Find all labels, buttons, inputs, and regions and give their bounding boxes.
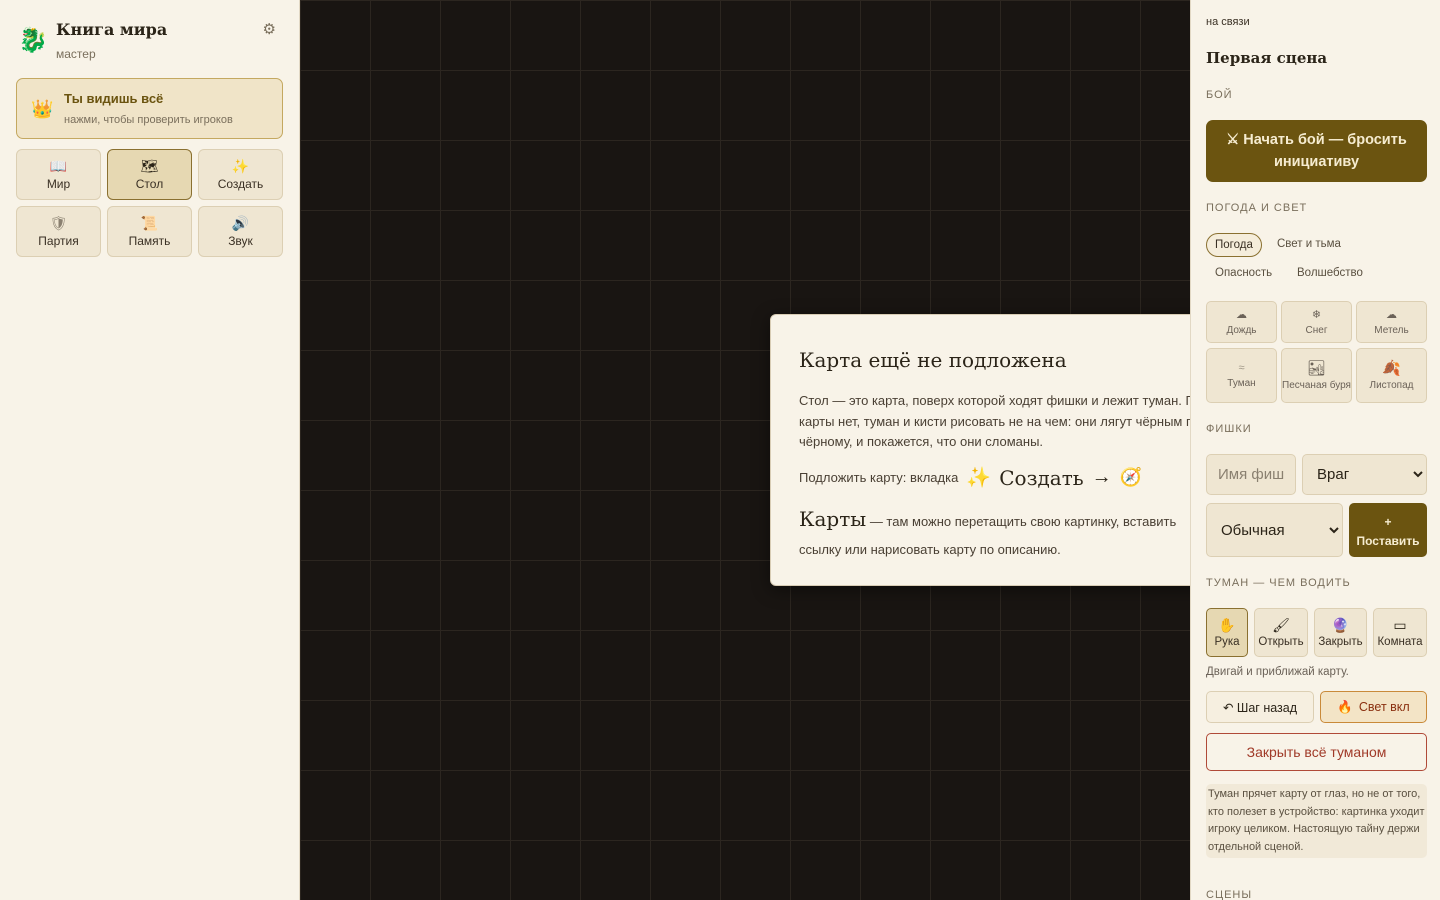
- nav-table[interactable]: 🗺 Стол: [107, 149, 192, 200]
- blizzard-cloud-icon: ☁: [1386, 308, 1397, 321]
- fog-tool-hand[interactable]: ✋ Рука: [1206, 608, 1248, 657]
- nav-label: Партия: [38, 234, 79, 248]
- weather-label: Туман: [1227, 378, 1256, 389]
- room-icon: ▭: [1393, 617, 1407, 633]
- orb-icon: 🔮: [1331, 617, 1350, 633]
- dragon-icon: 🐉: [18, 27, 48, 54]
- map-icon: 🗺: [140, 158, 159, 174]
- weather-label: Метель: [1374, 324, 1409, 336]
- role-label: мастер: [56, 47, 96, 61]
- rain-cloud-icon: ☁: [1236, 308, 1247, 321]
- weather-blizzard-button[interactable]: ☁ Метель: [1356, 301, 1427, 343]
- compass-icon: 🧭: [1119, 467, 1143, 487]
- weather-effects-grid: ☁ Дождь ❄ Снег ☁ Метель ≈ Туман 🏜 Песчан…: [1206, 301, 1427, 403]
- weather-sandstorm-button[interactable]: 🏜 Песчаная буря: [1281, 348, 1352, 403]
- fog-icon: ≈: [1238, 362, 1245, 374]
- fog-tool-label: Закрыть: [1318, 636, 1363, 648]
- fog-tool-label: Открыть: [1258, 636, 1304, 648]
- see-all-toggle[interactable]: 👑 Ты видишь всё нажми, чтобы проверить и…: [16, 78, 283, 139]
- weather-label: Листопад: [1369, 380, 1414, 391]
- fog-tool-label: Рука: [1214, 636, 1240, 648]
- see-all-hint: нажми, чтобы проверить игроков: [64, 114, 233, 126]
- tab-weather[interactable]: Погода: [1206, 233, 1262, 257]
- nav-label: Звук: [228, 234, 253, 248]
- section-scenes-header: Сцены: [1206, 889, 1253, 900]
- notice-hint: Подложить карту: вкладка ✨ Создать → 🧭: [799, 465, 1142, 490]
- nav-sound[interactable]: 🔊 Звук: [198, 206, 283, 257]
- tab-danger[interactable]: Опасность: [1207, 262, 1280, 284]
- brush-icon: 🖌: [1272, 617, 1290, 633]
- close-all-fog-button[interactable]: Закрыть всё туманом: [1206, 733, 1427, 771]
- scene-title: Первая сцена: [1206, 49, 1328, 67]
- shield-icon: 🛡: [49, 215, 68, 231]
- sandstorm-icon: 🏜: [1306, 360, 1327, 377]
- notice-maps-text: Карты — там можно перетащить свою картин…: [799, 505, 1190, 564]
- nav-create[interactable]: ✨ Создать: [198, 149, 283, 200]
- place-token-button[interactable]: + Поставить: [1349, 503, 1427, 557]
- nav-label: Стол: [135, 177, 164, 191]
- right-panel: на связи Первая сцена Бой ⚔ Начать бой —…: [1190, 0, 1440, 900]
- tab-magic[interactable]: Волшебство: [1289, 262, 1371, 284]
- nav-party[interactable]: 🛡 Партия: [16, 206, 101, 257]
- fog-tool-reveal[interactable]: 🖌 Открыть: [1254, 608, 1308, 657]
- arrow-right-icon: →: [1091, 466, 1112, 488]
- book-icon: 📖: [49, 158, 68, 174]
- gear-icon[interactable]: ⚙: [263, 20, 276, 38]
- token-kind-select[interactable]: Враг: [1302, 454, 1427, 495]
- place-token-label: Поставить: [1356, 534, 1420, 548]
- fog-tool-room[interactable]: ▭ Комната: [1373, 608, 1427, 657]
- sparkles-icon: ✨: [966, 467, 992, 489]
- leaf-icon: 🍂: [1382, 360, 1401, 377]
- sparkles-icon: ✨: [231, 158, 250, 174]
- fog-tools: ✋ Рука 🖌 Открыть 🔮 Закрыть ▭ Комната: [1206, 608, 1427, 657]
- section-weather-header: Погода и свет: [1206, 202, 1308, 214]
- light-toggle-label: Свет вкл: [1358, 700, 1410, 714]
- brand: 🐉 Книга мира мастер ⚙: [18, 20, 284, 64]
- section-fight-header: Бой: [1206, 89, 1233, 101]
- no-map-notice: Карта ещё не подложена Стол — это карта,…: [770, 314, 1190, 586]
- start-fight-button[interactable]: ⚔ Начать бой — бросить инициативу: [1206, 120, 1427, 182]
- fog-tool-label: Комната: [1377, 636, 1423, 648]
- speaker-icon: 🔊: [231, 215, 250, 231]
- weather-label: Дождь: [1226, 324, 1257, 336]
- nav-label: Создать: [217, 177, 264, 191]
- weather-rain-button[interactable]: ☁ Дождь: [1206, 301, 1277, 343]
- section-tokens-header: Фишки: [1206, 423, 1252, 435]
- weather-snow-button[interactable]: ❄ Снег: [1281, 301, 1352, 343]
- main-nav: 📖 Мир 🗺 Стол ✨ Создать 🛡 Партия 📜 Память…: [16, 149, 283, 257]
- token-size-select[interactable]: Обычная: [1206, 503, 1343, 557]
- weather-label: Снег: [1305, 324, 1328, 336]
- weather-fog-button[interactable]: ≈ Туман: [1206, 348, 1277, 403]
- light-toggle-button[interactable]: 🔥 Свет вкл: [1320, 691, 1427, 723]
- nav-world[interactable]: 📖 Мир: [16, 149, 101, 200]
- notice-body: Стол — это карта, поверх которой ходят ф…: [799, 393, 1190, 449]
- fog-note: Туман прячет карту от глаз, но не от тог…: [1206, 784, 1427, 858]
- hint-tab-name: Создать: [999, 465, 1084, 490]
- connection-status: на связи: [1206, 16, 1250, 28]
- hint-prefix: Подложить карту: вкладка: [799, 470, 959, 485]
- map-canvas[interactable]: Карта ещё не подложена Стол — это карта,…: [300, 0, 1190, 900]
- flame-icon: 🔥: [1337, 699, 1353, 714]
- app-title: Книга мира: [56, 20, 168, 39]
- snowflake-icon: ❄: [1311, 308, 1322, 321]
- fog-tool-hint: Двигай и приближай карту.: [1206, 666, 1349, 678]
- nav-label: Мир: [46, 177, 71, 191]
- scroll-icon: 📜: [140, 215, 159, 231]
- fog-tool-hide[interactable]: 🔮 Закрыть: [1314, 608, 1367, 657]
- crown-icon: 👑: [31, 99, 54, 119]
- hint-section-name: Карты: [799, 507, 867, 531]
- weather-label: Песчаная буря: [1282, 380, 1351, 391]
- plus-icon: +: [1384, 515, 1392, 529]
- left-sidebar: 🐉 Книга мира мастер ⚙ 👑 Ты видишь всё на…: [0, 0, 300, 900]
- tab-light-dark[interactable]: Свет и тьма: [1269, 233, 1349, 255]
- weather-leaves-button[interactable]: 🍂 Листопад: [1356, 348, 1427, 403]
- see-all-title: Ты видишь всё: [64, 91, 164, 106]
- hand-icon: ✋: [1218, 617, 1236, 633]
- nav-label: Память: [128, 234, 171, 248]
- notice-title: Карта ещё не подложена: [799, 348, 1067, 372]
- undo-button[interactable]: ↶ Шаг назад: [1206, 691, 1314, 723]
- token-name-input[interactable]: [1206, 454, 1296, 495]
- section-fog-header: Туман — чем водить: [1206, 577, 1351, 589]
- nav-memory[interactable]: 📜 Память: [107, 206, 192, 257]
